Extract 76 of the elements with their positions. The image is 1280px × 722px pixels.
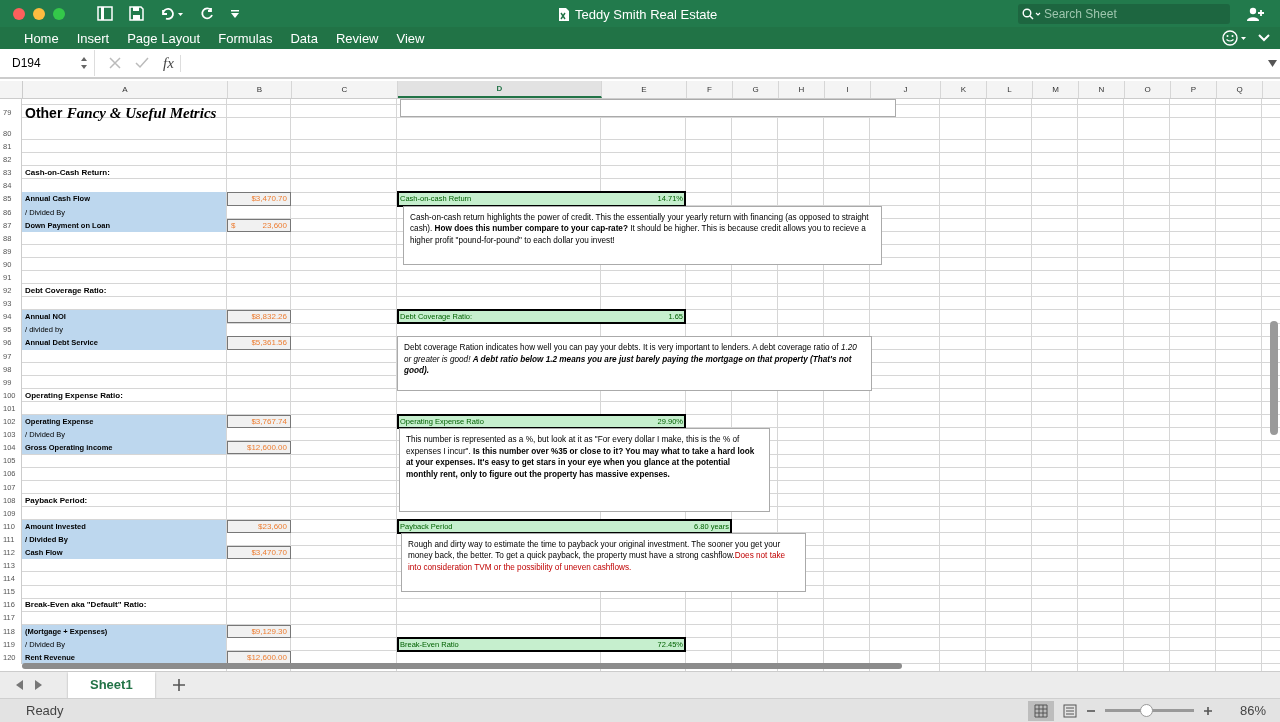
zoom-in-icon[interactable] xyxy=(1202,705,1213,716)
window-title: Teddy Smith Real Estate xyxy=(575,7,718,22)
column-header[interactable]: H xyxy=(779,80,825,98)
expand-caret-icon[interactable] xyxy=(1268,59,1277,67)
value-cell: $9,129.30 xyxy=(227,624,291,638)
excel-file-icon xyxy=(558,7,570,22)
column-header[interactable]: G xyxy=(733,80,779,98)
value-cell: $12,600.00 xyxy=(227,650,291,664)
smiley-icon[interactable] xyxy=(1222,30,1248,47)
ribbon-tab[interactable]: View xyxy=(387,27,434,50)
search-field[interactable]: Search Sheet xyxy=(1018,4,1230,24)
name-box[interactable]: D194 xyxy=(0,50,95,77)
sheet-title: Other Fancy & Useful Metrics xyxy=(25,103,217,122)
status-text: Ready xyxy=(26,703,64,719)
value-cell: $23,600 xyxy=(227,519,291,533)
search-icon xyxy=(1022,8,1042,20)
cell-reference: D194 xyxy=(12,56,41,71)
value-cell: $5,361.56 xyxy=(227,336,291,350)
ribbon-tab[interactable]: Page Layout xyxy=(118,27,210,50)
section-heading: Payback Period: xyxy=(25,495,88,505)
comment-text: Rough and dirty way to estimate the time to payback your original investment. The sooner you get your money back, the better. To get a quick payback, the property must have a strong cashflow.Does not take into consideration TVM or the possibility of uneven cashflows. xyxy=(408,538,787,574)
add-sheet-icon[interactable] xyxy=(172,679,185,692)
column-header[interactable]: D xyxy=(398,80,602,98)
comment-box[interactable] xyxy=(403,205,882,265)
ribbon-tab[interactable]: Formulas xyxy=(209,27,282,50)
save-icon[interactable] xyxy=(129,6,144,22)
add-person-icon[interactable] xyxy=(1247,7,1265,21)
ribbon-tab[interactable]: Review xyxy=(326,27,388,50)
ribbon-tab[interactable]: Data xyxy=(281,27,327,50)
column-header[interactable]: K xyxy=(941,80,987,98)
vertical-scrollbar[interactable] xyxy=(1270,320,1278,435)
previous-sheet-icon[interactable] xyxy=(16,680,24,691)
chevron-down-icon[interactable] xyxy=(1258,34,1270,43)
column-header[interactable]: I xyxy=(825,80,871,98)
undo-icon[interactable] xyxy=(160,6,184,21)
horizontal-scrollbar[interactable] xyxy=(22,662,902,669)
value-cell: $3,470.70 xyxy=(227,192,291,206)
column-header[interactable]: A xyxy=(23,80,228,98)
sheet-tab[interactable]: Sheet1 xyxy=(68,671,155,698)
stepper-icon[interactable] xyxy=(80,56,88,71)
value-cell: $3,470.70 xyxy=(227,545,291,560)
section-heading: Debt Coverage Ratio: xyxy=(25,286,107,296)
column-header[interactable]: F xyxy=(687,80,733,98)
check-icon[interactable] xyxy=(135,57,149,70)
column-header[interactable]: L xyxy=(987,80,1033,98)
section-heading: Cash-on-Cash Return: xyxy=(25,168,110,178)
column-header[interactable]: M xyxy=(1033,80,1079,98)
comment-text: Debt coverage Ration indicates how well you can pay your debts. It is very important to lenders. A debt coverage ratio of 1.20 or greater is good! A debt ratio below 1.2 means you are just barely paying the mortgage on that property (That's not good). xyxy=(404,342,858,377)
sidebar-icon[interactable] xyxy=(97,6,113,22)
comment-box[interactable] xyxy=(397,336,872,392)
column-header[interactable]: E xyxy=(602,80,687,98)
column-header[interactable]: O xyxy=(1125,80,1171,98)
normal-view-icon[interactable] xyxy=(1027,700,1054,721)
comment-box[interactable] xyxy=(399,428,770,513)
column-header[interactable]: J xyxy=(871,80,941,98)
column-header[interactable]: Q xyxy=(1217,80,1263,98)
ribbon-tab[interactable]: Home xyxy=(15,27,68,50)
insert-function-button[interactable]: fx xyxy=(163,54,181,72)
ribbon-tab[interactable]: Insert xyxy=(67,27,119,50)
redo-icon[interactable] xyxy=(200,6,214,21)
minimize-window-icon[interactable] xyxy=(33,7,45,20)
customize-toolbar-icon[interactable] xyxy=(230,8,240,19)
zoom-level: 86% xyxy=(1239,703,1266,719)
column-header[interactable]: P xyxy=(1171,80,1217,98)
comment-text: This number is represented as a %, but look at it as "For every dollar I make, this is the % of expenses I incur". Is this number over %35 or close to it? You may what to take a hard look at your expenses. It's easy to get stars in your eye when you glance at the potential monthly rent, only to figure out the property has massive expenses. xyxy=(406,434,756,481)
section-heading: Operating Expense Ratio: xyxy=(25,390,123,400)
comment-box[interactable] xyxy=(401,532,806,592)
column-header[interactable]: N xyxy=(1079,80,1125,98)
value-cell: $8,832.26 xyxy=(227,310,291,324)
value-cell: $ 23,600 xyxy=(227,218,291,232)
value-cell: $12,600.00 xyxy=(227,441,291,455)
section-heading: Break-Even aka "Default" Ratio: xyxy=(25,600,147,610)
comment-text: Cash-on-cash return highlights the power of credit. This the essentially your yearly return with financing (as opposed to straight cash). How does this number compare to your cap-rate? It should be higher. This is because credit allows you to recieve a higher profit "pound-for-pound" to each dollar you invest! xyxy=(410,211,870,246)
value-cell: $3,767.74 xyxy=(227,415,291,429)
next-sheet-icon[interactable] xyxy=(34,680,42,691)
column-header[interactable]: B xyxy=(228,80,292,98)
